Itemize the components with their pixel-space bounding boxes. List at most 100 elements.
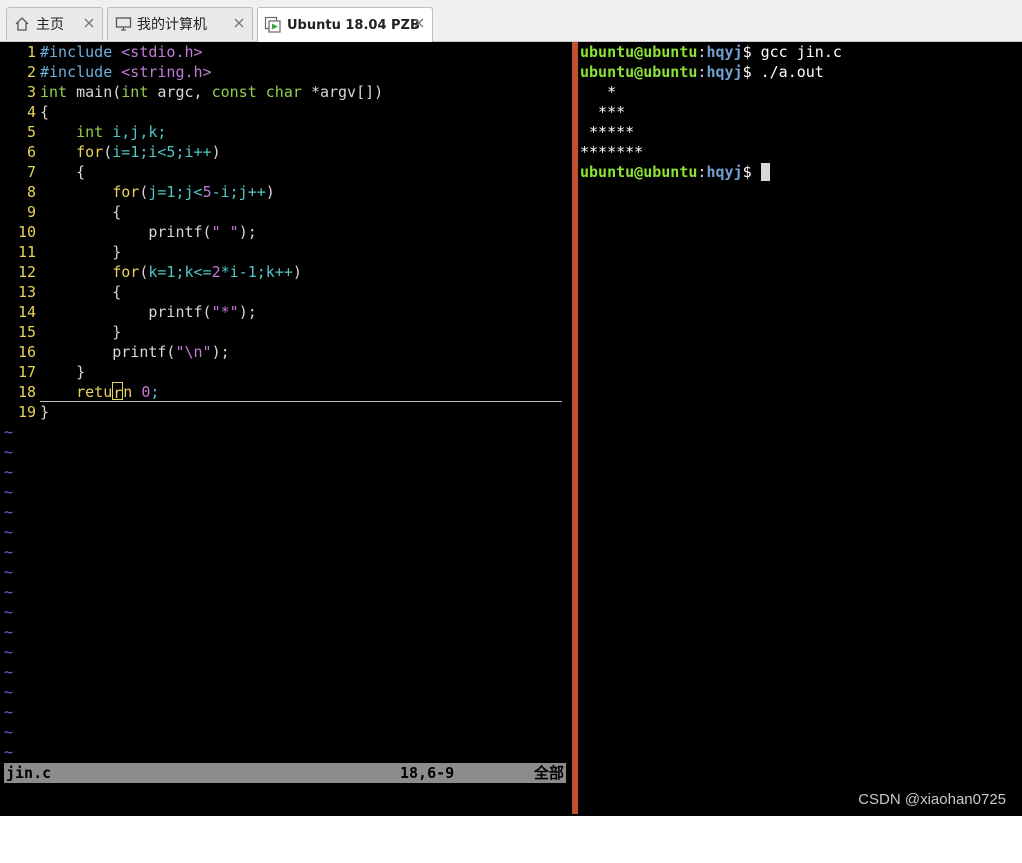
shell-command: $ ./a.out	[742, 63, 824, 81]
editor-line[interactable]: 18 return 0;	[4, 382, 572, 402]
editor-line[interactable]: 11 }	[4, 242, 572, 262]
shell-pane[interactable]: ubuntu@ubuntu:hqyj$ gcc jin.c ubuntu@ubun…	[580, 42, 1022, 816]
editor-line[interactable]: 4{	[4, 102, 572, 122]
code-token: );	[238, 223, 257, 241]
line-code: int main(int argc, const char *argv[])	[40, 82, 383, 102]
line-code: }	[40, 402, 49, 422]
code-token: i=1;i<5;i++	[112, 143, 212, 161]
code-token: int	[121, 83, 158, 101]
empty-line-tilde: ~	[4, 543, 14, 561]
shell-command: $	[742, 163, 761, 181]
empty-line-tilde: ~	[4, 623, 14, 641]
code-token: )	[265, 183, 275, 201]
editor-empty-lines: ~ ~ ~ ~ ~ ~ ~ ~ ~ ~ ~ ~ ~ ~ ~ ~ ~	[4, 422, 572, 762]
code-token: ;	[150, 383, 160, 401]
prompt-user: ubuntu@ubuntu	[580, 163, 698, 181]
status-scroll-indicator: 全部	[533, 764, 564, 782]
line-code: }	[40, 242, 121, 262]
code-token: 2	[211, 263, 221, 281]
empty-line-tilde: ~	[4, 483, 14, 501]
code-token: <string.h>	[121, 63, 212, 81]
shell-output-line: *******	[580, 143, 644, 161]
editor-line[interactable]: 14 printf("*");	[4, 302, 572, 322]
editor-line[interactable]: 1 #include <stdio.h>	[4, 42, 572, 62]
empty-line-tilde: ~	[4, 703, 14, 721]
line-code: for(k=1;k<=2*i-1;k++)	[40, 262, 302, 282]
line-code: {	[40, 102, 49, 122]
line-number: 19	[17, 403, 36, 421]
line-number: 1	[26, 43, 36, 61]
home-icon	[13, 15, 31, 33]
empty-line-tilde: ~	[4, 563, 14, 581]
line-number: 15	[17, 323, 36, 341]
watermark: CSDN @xiaohan0725	[858, 791, 1006, 808]
line-number: 11	[17, 243, 36, 261]
editor-line[interactable]: 6 for(i=1;i<5;i++)	[4, 142, 572, 162]
tab-ubuntu-vm[interactable]: Ubuntu 18.04 PZB	[257, 7, 433, 42]
empty-line-tilde: ~	[4, 503, 14, 521]
code-token: *i-1;k++	[220, 263, 293, 281]
code-token: )	[292, 263, 302, 281]
tab-home-label: 主页	[36, 17, 64, 33]
empty-line-tilde: ~	[4, 663, 14, 681]
editor-line[interactable]: 16 printf("\n");	[4, 342, 572, 362]
code-token: argc,	[157, 83, 212, 101]
close-icon[interactable]	[82, 16, 96, 30]
editor-line[interactable]: 7 {	[4, 162, 572, 182]
terminal-cursor	[760, 163, 770, 181]
shell-output[interactable]: ubuntu@ubuntu:hqyj$ gcc jin.c ubuntu@ubun…	[580, 42, 1022, 182]
code-token: <stdio.h>	[121, 43, 203, 61]
close-icon[interactable]	[412, 16, 426, 30]
line-code: }	[40, 362, 85, 382]
shell-output-line: ***	[580, 103, 626, 121]
line-number: 18	[17, 383, 36, 401]
line-code: {	[40, 162, 85, 182]
vm-console[interactable]: 1 #include <stdio.h> 2 #include <string.h> 3…	[0, 42, 1022, 816]
code-token: )	[211, 143, 221, 161]
code-token: i,j,k;	[112, 123, 167, 141]
pane-divider[interactable]	[572, 42, 578, 814]
editor-line[interactable]: 12 for(k=1;k<=2*i-1;k++)	[4, 262, 572, 282]
tab-my-computer[interactable]: 我的计算机	[107, 7, 253, 40]
editor-line[interactable]: 10 printf(" ");	[4, 222, 572, 242]
empty-line-tilde: ~	[4, 743, 14, 761]
editor-line[interactable]: 17 }	[4, 362, 572, 382]
line-code: #include <string.h>	[40, 62, 212, 82]
line-number: 3	[26, 83, 36, 101]
close-icon[interactable]	[232, 16, 246, 30]
code-token: #include	[40, 63, 122, 81]
editor-code[interactable]: 1 #include <stdio.h> 2 #include <string.h> 3…	[4, 42, 572, 422]
tab-home[interactable]: 主页	[6, 7, 103, 40]
code-token: }	[40, 323, 122, 341]
shell-command: $ gcc jin.c	[742, 43, 842, 61]
empty-line-tilde: ~	[4, 683, 14, 701]
code-token: for	[112, 263, 140, 281]
code-token: for	[76, 143, 104, 161]
shell-prompt-line: ubuntu@ubuntu:hqyj$ gcc jin.c	[580, 42, 1022, 62]
editor-line[interactable]: 8 for(j=1;j<5-i;j++)	[4, 182, 572, 202]
editor-line[interactable]: 9 {	[4, 202, 572, 222]
line-number: 13	[17, 283, 36, 301]
editor-line[interactable]: 13 {	[4, 282, 572, 302]
vim-editor-pane[interactable]: 1 #include <stdio.h> 2 #include <string.h> 3…	[4, 42, 572, 816]
empty-line-tilde: ~	[4, 643, 14, 661]
line-number: 5	[26, 123, 36, 141]
code-token: #include	[40, 43, 122, 61]
line-code: printf("*");	[40, 302, 256, 322]
editor-line[interactable]: 5 int i,j,k;	[4, 122, 572, 142]
editor-line[interactable]: 19}	[4, 402, 572, 422]
line-number: 7	[26, 163, 36, 181]
editor-line[interactable]: 3 int main(int argc, const char *argv[])	[4, 82, 572, 102]
code-token: " "	[211, 223, 239, 241]
line-code: for(j=1;j<5-i;j++)	[40, 182, 275, 202]
code-token: *argv[])	[310, 83, 384, 101]
editor-line[interactable]: 2 #include <string.h>	[4, 62, 572, 82]
editor-line[interactable]: 15 }	[4, 322, 572, 342]
empty-line-tilde: ~	[4, 603, 14, 621]
line-number: 10	[17, 223, 36, 241]
shell-output-line: *****	[580, 123, 635, 141]
line-number: 9	[26, 203, 36, 221]
